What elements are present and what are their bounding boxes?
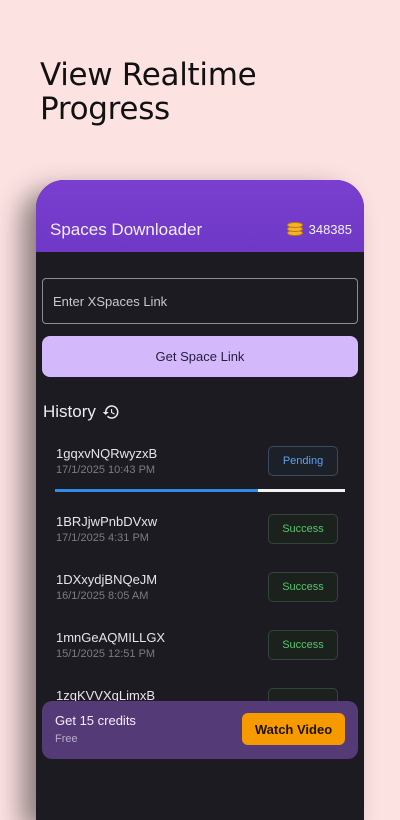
progress-fill [55, 489, 258, 492]
progress-bar [55, 489, 345, 492]
status-badge[interactable]: Success [268, 630, 338, 660]
watch-video-button[interactable]: Watch Video [242, 713, 345, 745]
space-id: 1gqxvNQRwyzxB [56, 446, 158, 461]
list-item[interactable]: 1DXxydjBNQeJM 16/1/2025 8:05 AM Success [36, 564, 364, 622]
history-icon [102, 405, 119, 419]
space-date: 17/1/2025 4:31 PM [56, 532, 149, 544]
promo-line-2: Progress [40, 91, 170, 127]
list-item[interactable]: 1gqxvNQRwyzxB 17/1/2025 10:43 PM Pending [36, 438, 364, 506]
history-list: 1gqxvNQRwyzxB 17/1/2025 10:43 PM Pending… [36, 438, 364, 738]
input-placeholder: Enter XSpaces Link [53, 293, 168, 309]
app-title: Spaces Downloader [50, 220, 203, 239]
space-date: 17/1/2025 10:43 PM [56, 464, 156, 476]
get-space-link-label: Get Space Link [155, 349, 245, 364]
coins-icon [286, 221, 303, 237]
credits-banner: Get 15 credits Free Watch Video [42, 701, 358, 759]
get-space-link-button[interactable]: Get Space Link [42, 336, 358, 377]
space-id: 1mnGeAQMILLGX [56, 630, 166, 645]
banner-title: Get 15 credits [55, 713, 136, 728]
list-item[interactable]: 1BRJjwPnbDVxw 17/1/2025 4:31 PM Success [36, 506, 364, 564]
list-item[interactable]: 1mnGeAQMILLGX 15/1/2025 12:51 PM Success [36, 622, 364, 680]
space-id: 1DXxydjBNQeJM [56, 572, 158, 587]
promo-line-1: View Realtime [40, 57, 257, 93]
status-badge[interactable]: Success [268, 572, 338, 602]
xspaces-link-input[interactable]: Enter XSpaces Link [42, 278, 358, 324]
credits-count: 348385 [308, 221, 352, 237]
history-header: History [43, 402, 120, 422]
status-badge[interactable]: Success [268, 514, 338, 544]
space-date: 16/1/2025 8:05 AM [56, 590, 149, 602]
promo-headline: View Realtime Progress [40, 57, 257, 127]
status-badge[interactable]: Pending [268, 446, 338, 476]
credits-display[interactable]: 348385 [286, 221, 352, 237]
history-title: History [43, 402, 96, 421]
banner-subtitle: Free [55, 733, 78, 745]
space-id: 1BRJjwPnbDVxw [56, 514, 158, 529]
space-date: 15/1/2025 12:51 PM [56, 648, 156, 660]
app-bar: Spaces Downloader 348385 [36, 180, 364, 252]
phone-screen: Spaces Downloader 348385 Enter XSpaces L… [36, 180, 364, 820]
